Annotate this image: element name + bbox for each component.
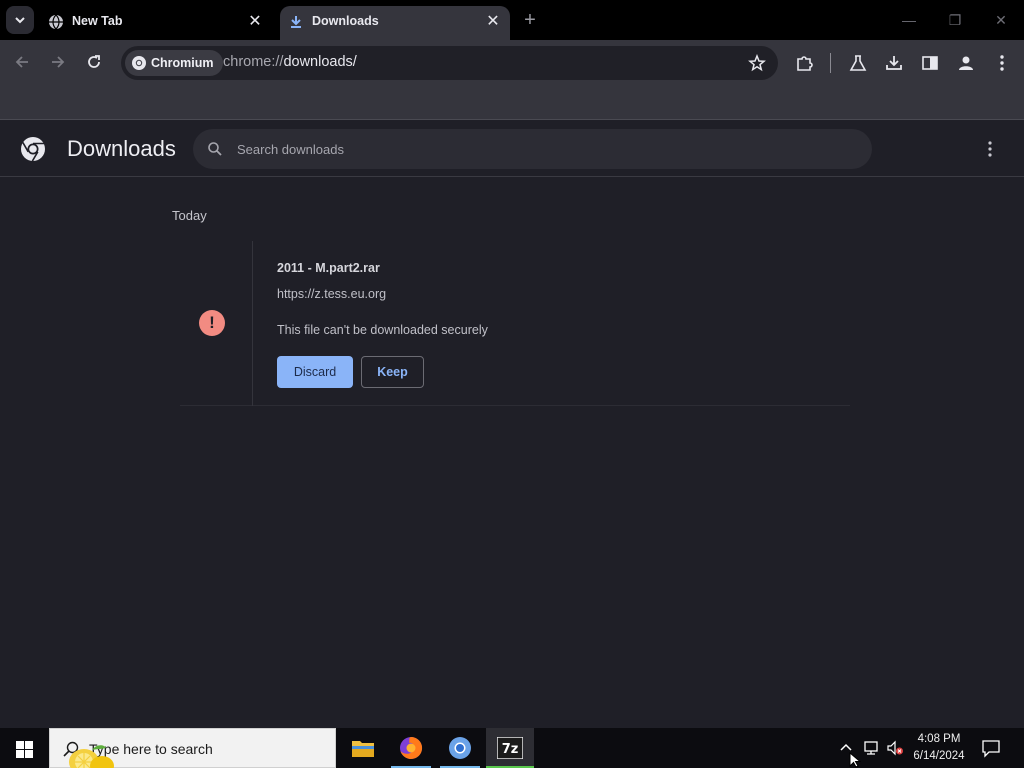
close-tab-icon[interactable]: ✕ bbox=[484, 13, 502, 31]
tab-new-tab[interactable]: New Tab ✕ bbox=[40, 6, 272, 40]
taskbar-clock[interactable]: 4:08 PM 6/14/2024 bbox=[906, 731, 972, 765]
tab-title: New Tab bbox=[72, 14, 123, 28]
chip-label: Chromium bbox=[151, 56, 214, 70]
keep-button[interactable]: Keep bbox=[361, 356, 424, 388]
volume-muted-icon[interactable] bbox=[886, 740, 904, 756]
taskbar-7zip[interactable]: 7z bbox=[486, 728, 534, 768]
person-icon bbox=[959, 56, 973, 70]
tab-downloads[interactable]: Downloads ✕ bbox=[280, 6, 510, 40]
warning-icon: ! bbox=[199, 310, 225, 336]
download-item: ! 2011 - M.part2.rar https://z.tess.eu.o… bbox=[180, 241, 850, 406]
labs-button[interactable] bbox=[846, 51, 870, 75]
search-downloads-box[interactable] bbox=[193, 129, 872, 169]
taskbar-file-explorer[interactable] bbox=[339, 728, 387, 768]
flask-icon bbox=[849, 55, 867, 71]
bookmark-bar bbox=[0, 86, 1024, 120]
more-vertical-icon bbox=[1000, 55, 1004, 71]
downloads-header: Downloads bbox=[0, 121, 1024, 177]
close-window-icon[interactable]: ✕ bbox=[988, 8, 1014, 32]
profile-button[interactable] bbox=[954, 51, 978, 75]
svg-text:7z: 7z bbox=[502, 742, 519, 757]
download-status: This file can't be downloaded securely bbox=[277, 323, 488, 337]
download-icon bbox=[291, 16, 301, 28]
clock-date: 6/14/2024 bbox=[913, 750, 965, 762]
discard-button[interactable]: Discard bbox=[277, 356, 353, 388]
minimize-icon[interactable]: — bbox=[896, 8, 922, 32]
start-button[interactable] bbox=[0, 728, 48, 768]
page-title: Downloads bbox=[67, 136, 176, 161]
reload-icon bbox=[88, 55, 100, 68]
downloads-button[interactable] bbox=[882, 51, 906, 75]
network-icon[interactable] bbox=[862, 740, 880, 756]
windows-taskbar: Type here to search 7z 4:08 PM 6/14/2024 bbox=[0, 728, 1024, 768]
forward-button[interactable] bbox=[46, 51, 70, 75]
url-scheme: chrome:// bbox=[223, 54, 284, 70]
tab-strip: New Tab ✕ Downloads ✕ + — ❐ ✕ bbox=[0, 0, 1024, 40]
chromium-logo-icon bbox=[449, 737, 471, 759]
taskbar-firefox[interactable] bbox=[387, 728, 435, 768]
new-tab-button[interactable]: + bbox=[519, 9, 541, 31]
bookmark-star-button[interactable] bbox=[748, 53, 766, 77]
folder-icon bbox=[352, 741, 374, 757]
chevron-down-icon bbox=[15, 17, 25, 24]
puzzle-icon bbox=[797, 56, 813, 71]
chromium-logo-icon bbox=[132, 56, 146, 70]
item-divider bbox=[252, 241, 253, 406]
download-icon bbox=[886, 56, 902, 70]
side-panel-button[interactable] bbox=[918, 51, 942, 75]
star-icon bbox=[748, 53, 766, 72]
downloads-menu-button[interactable] bbox=[980, 139, 1000, 159]
tab-search-button[interactable] bbox=[6, 6, 34, 34]
firefox-icon bbox=[400, 736, 423, 759]
search-icon bbox=[208, 142, 222, 156]
site-info-chip[interactable]: Chromium bbox=[125, 50, 223, 76]
taskbar-chromium[interactable] bbox=[436, 728, 484, 768]
address-bar[interactable]: Chromium chrome://downloads/ bbox=[121, 46, 778, 80]
side-panel-icon bbox=[922, 56, 938, 70]
file-source-url[interactable]: https://z.tess.eu.org bbox=[277, 287, 386, 301]
close-tab-icon[interactable]: ✕ bbox=[246, 13, 264, 31]
toolbar-separator bbox=[830, 53, 831, 73]
more-vertical-icon bbox=[988, 141, 992, 157]
search-input[interactable] bbox=[237, 129, 837, 169]
taskbar-search-box[interactable]: Type here to search bbox=[49, 728, 336, 768]
notification-center-icon[interactable] bbox=[981, 738, 1001, 758]
lemon-search-highlight-icon bbox=[69, 745, 114, 768]
screen: New Tab ✕ Downloads ✕ + — ❐ ✕ Chromium c… bbox=[0, 0, 1024, 768]
back-button[interactable] bbox=[10, 51, 34, 75]
browser-menu-button[interactable] bbox=[990, 51, 1014, 75]
url-text: chrome://downloads/ bbox=[223, 54, 357, 70]
extensions-button[interactable] bbox=[793, 51, 817, 75]
date-group-label: Today bbox=[172, 208, 207, 223]
clock-time: 4:08 PM bbox=[917, 733, 961, 745]
arrow-right-icon bbox=[52, 56, 65, 68]
chromium-logo-icon bbox=[21, 137, 45, 162]
7zip-icon: 7z bbox=[497, 737, 523, 759]
restore-icon[interactable]: ❐ bbox=[942, 8, 968, 32]
windows-logo-icon bbox=[16, 741, 33, 758]
mouse-cursor-icon bbox=[849, 752, 861, 768]
arrow-left-icon bbox=[15, 56, 28, 68]
url-path: downloads/ bbox=[283, 54, 357, 70]
browser-toolbar: Chromium chrome://downloads/ bbox=[0, 40, 1024, 86]
tab-title: Downloads bbox=[312, 14, 379, 28]
reload-button[interactable] bbox=[82, 51, 106, 75]
file-name[interactable]: 2011 - M.part2.rar bbox=[277, 261, 380, 275]
globe-icon bbox=[49, 14, 63, 30]
